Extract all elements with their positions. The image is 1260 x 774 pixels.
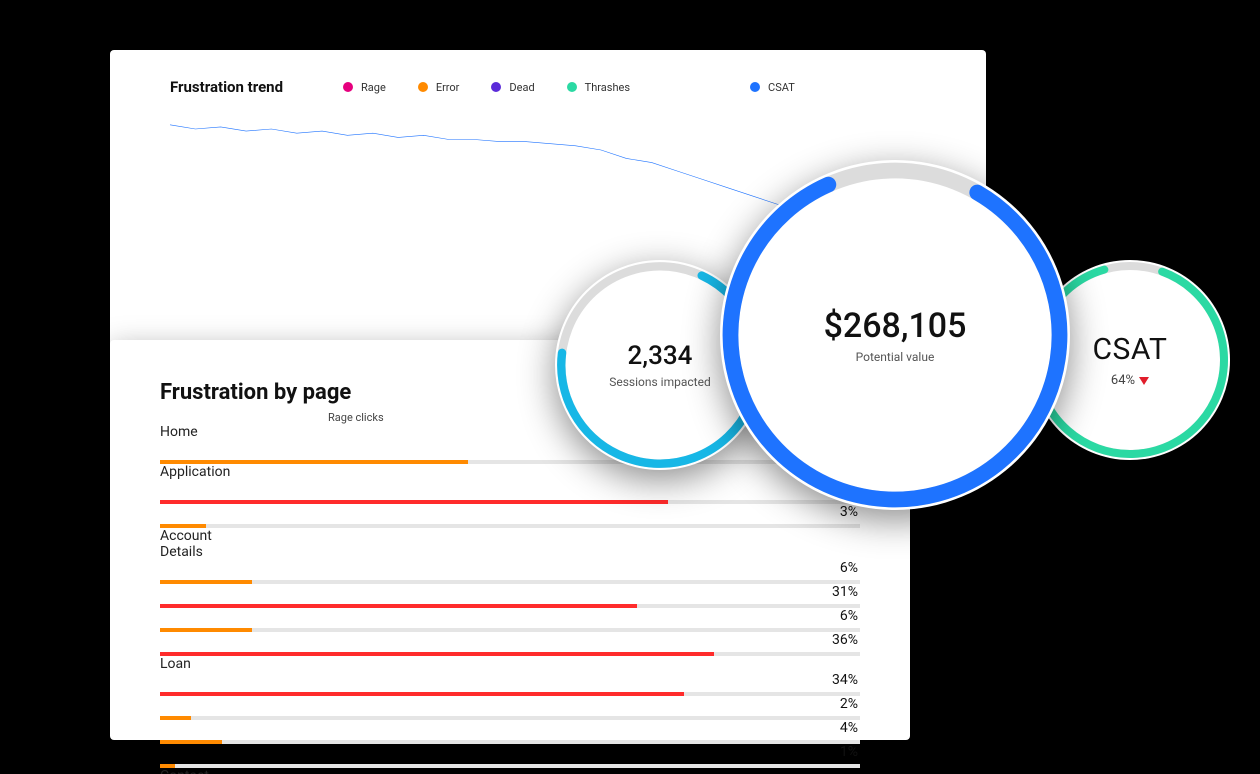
metric-bar xyxy=(160,524,206,528)
legend-item-thrashes: Thrashes xyxy=(567,81,630,94)
trend-down-icon xyxy=(1139,377,1149,385)
dot-icon xyxy=(750,82,760,92)
metric-value: 2% xyxy=(160,696,860,712)
metric-bar xyxy=(160,652,714,656)
page-label: Details xyxy=(160,544,860,560)
page-label: Loan xyxy=(160,656,860,672)
metric-cell: 36% xyxy=(160,632,860,656)
metric-cell: 31% xyxy=(160,584,860,608)
donut-value: 2,334 xyxy=(609,341,710,371)
legend-label: CSAT xyxy=(768,81,795,94)
page-label: Contact xyxy=(160,768,860,774)
page-label: Account xyxy=(160,528,860,544)
legend-item-error: Error xyxy=(418,81,460,94)
trend-header: Frustration trend Rage Error Dead Thrash… xyxy=(170,78,956,96)
metric-value: 34% xyxy=(160,672,860,688)
dot-icon xyxy=(418,82,428,92)
trend-title: Frustration trend xyxy=(170,78,283,96)
legend-item-rage: Rage xyxy=(343,81,386,94)
metric-cell: 2% xyxy=(160,696,860,720)
metric-cell: 4% xyxy=(160,720,860,744)
dot-icon xyxy=(567,82,577,92)
metric-bar xyxy=(160,460,468,464)
metric-cell: 6% xyxy=(160,608,860,632)
metric-bar xyxy=(160,764,175,768)
donut-csat-pct: 64% xyxy=(1093,373,1168,388)
dot-icon xyxy=(343,82,353,92)
legend-label: Thrashes xyxy=(585,81,630,94)
donut-value: CSAT xyxy=(1093,332,1168,367)
metric-cell: 6% xyxy=(160,560,860,584)
metric-value: 6% xyxy=(160,608,860,624)
donut-potential-value: $268,105 Potential value xyxy=(720,160,1070,510)
donut-label: Potential value xyxy=(824,350,967,364)
metric-value: 4% xyxy=(160,720,860,736)
col-head-rage-clicks: Rage clicks xyxy=(328,411,440,424)
metric-cell: 34% xyxy=(160,672,860,696)
dot-icon xyxy=(491,82,501,92)
metric-value: 36% xyxy=(160,632,860,648)
metric-value: 31% xyxy=(160,584,860,600)
metric-value: 6% xyxy=(160,560,860,576)
metric-cell: 1% xyxy=(160,744,860,768)
legend-label: Error xyxy=(436,81,460,94)
donut-value: $268,105 xyxy=(824,306,967,346)
trend-legend: Rage Error Dead Thrashes CSAT xyxy=(343,81,795,94)
legend-item-dead: Dead xyxy=(491,81,534,94)
metric-value: 1% xyxy=(160,744,860,760)
legend-label: Dead xyxy=(509,81,534,94)
legend-item-csat: CSAT xyxy=(750,81,795,94)
legend-label: Rage xyxy=(361,81,386,94)
donut-label: Sessions impacted xyxy=(609,375,710,389)
